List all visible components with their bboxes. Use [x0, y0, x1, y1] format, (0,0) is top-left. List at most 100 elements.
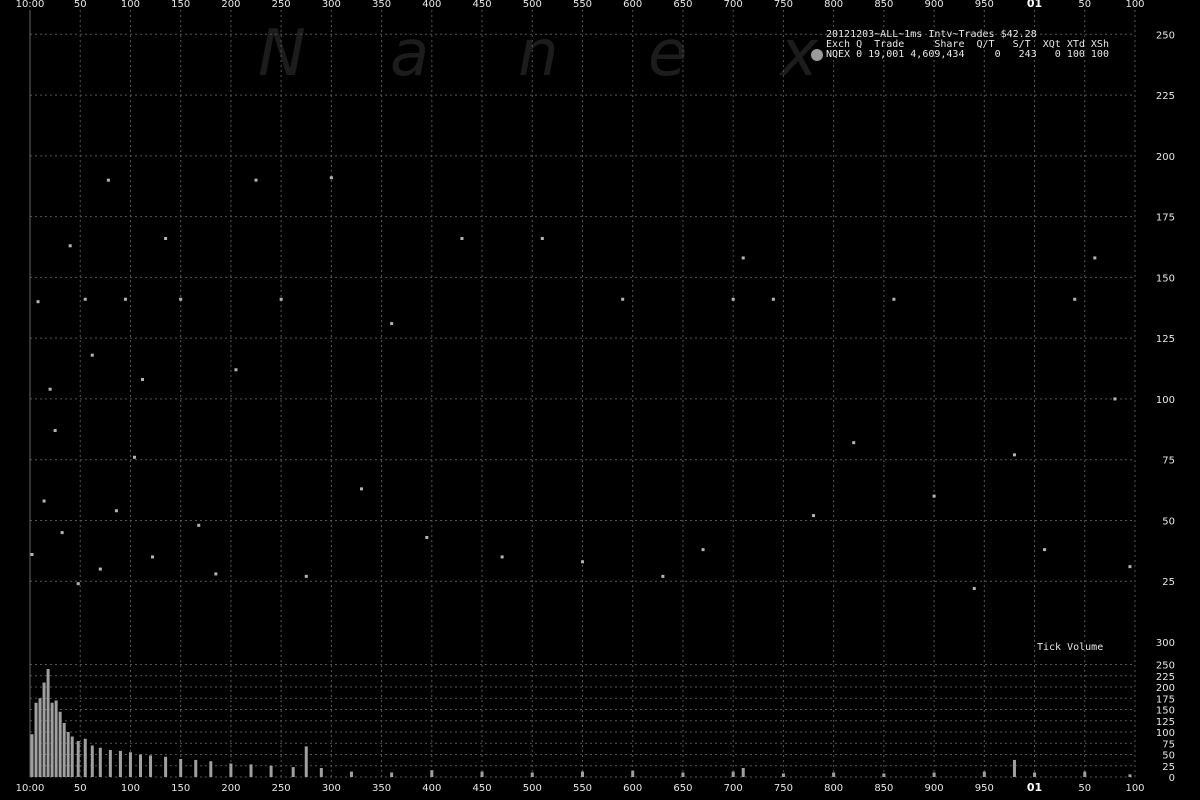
volume-bar — [530, 772, 534, 777]
watermark-letter: a — [390, 17, 429, 91]
volume-bar — [731, 771, 735, 777]
volume-bar — [62, 723, 66, 777]
trade-point — [114, 509, 118, 513]
volume-y-tick-label: 25 — [1162, 762, 1175, 773]
x-tick-label: 400 — [422, 783, 441, 794]
trade-point — [741, 256, 745, 260]
volume-bar — [50, 702, 54, 777]
trade-point — [390, 322, 394, 326]
volume-y-tick-label: 150 — [1156, 706, 1175, 717]
y-tick-label: 25 — [1162, 577, 1175, 588]
volume-bar — [291, 767, 295, 777]
x-tick-label: 950 — [975, 0, 994, 10]
x-tick-label: 900 — [925, 783, 944, 794]
x-tick-label: 800 — [824, 0, 843, 10]
volume-bar — [38, 698, 42, 777]
volume-bar — [83, 738, 87, 777]
x-tick-label: 550 — [573, 783, 592, 794]
y-tick-label: 50 — [1162, 516, 1175, 527]
x-tick-label: 350 — [372, 783, 391, 794]
trade-point — [132, 455, 136, 459]
x-tick-label: 10:00 — [16, 0, 45, 10]
y-tick-label: 225 — [1156, 91, 1175, 102]
nanex-watermark: Nanex — [258, 17, 819, 91]
y-tick-label: 125 — [1156, 334, 1175, 345]
trade-point — [581, 560, 584, 564]
trade-point — [151, 555, 155, 559]
volume-bar — [304, 746, 308, 777]
x-tick-label: 200 — [221, 783, 240, 794]
chart-canvas: Nanex 10:0010:00505010010015015020020025… — [16, 0, 1175, 794]
trade-point — [1093, 256, 1097, 260]
watermark-letter: e — [648, 17, 687, 91]
trade-point — [701, 548, 705, 552]
trade-point — [1113, 397, 1117, 401]
x-tick-label: 150 — [171, 783, 190, 794]
x-tick-label: 300 — [322, 0, 341, 10]
exchange-legend-dot — [811, 49, 823, 61]
x-tick-label: 150 — [171, 0, 190, 10]
volume-bar — [98, 747, 102, 777]
volume-y-tick-label: 0 — [1169, 773, 1175, 784]
x-tick-label: 50 — [74, 783, 87, 794]
x-tick-label: 650 — [673, 0, 692, 10]
volume-y-tick-label: 100 — [1156, 728, 1175, 739]
y-tick-label: 175 — [1156, 213, 1175, 224]
volume-bar — [58, 711, 62, 777]
trade-point — [932, 494, 936, 498]
trade-point — [68, 244, 72, 248]
tick-volume-histogram — [30, 669, 1132, 777]
volume-bar — [1033, 772, 1037, 777]
volume-bar — [66, 732, 70, 777]
volume-y-tick-label: 200 — [1156, 683, 1175, 694]
trade-point — [852, 441, 856, 445]
x-tick-label: 450 — [472, 0, 491, 10]
trade-point — [460, 236, 464, 240]
x-tick-label: 100 — [1125, 0, 1144, 10]
trade-point — [123, 297, 127, 301]
trade-point — [972, 587, 976, 591]
volume-bar — [46, 669, 50, 777]
trade-point — [141, 377, 145, 381]
volume-y-tick-label: 250 — [1156, 661, 1175, 672]
trade-point — [1043, 548, 1047, 552]
x-tick-label: 600 — [623, 0, 642, 10]
volume-bar — [319, 768, 323, 777]
trade-point — [254, 178, 258, 182]
x-tick-label: 700 — [724, 783, 743, 794]
x-tick-label: 600 — [623, 783, 642, 794]
trade-point — [90, 353, 94, 357]
x-tick-label: 450 — [472, 783, 491, 794]
x-tick-label: 750 — [774, 0, 793, 10]
trade-point — [83, 297, 87, 301]
volume-bar — [249, 764, 253, 777]
trade-point — [1073, 297, 1077, 301]
watermark-letter: N — [258, 17, 306, 91]
trade-point — [98, 567, 102, 571]
trade-point — [329, 176, 333, 180]
x-tick-label: 550 — [573, 0, 592, 10]
volume-bar — [54, 700, 58, 777]
volume-bar — [70, 736, 74, 777]
axes: 10:0010:00505010010015015020020025025030… — [16, 0, 1175, 794]
tick-volume-label: Tick Volume — [1037, 642, 1104, 653]
x-tick-label: 800 — [824, 783, 843, 794]
trade-summary-header: 20121203~ALL~1ms Intv~Trades $42.28 Exch … — [826, 30, 1109, 60]
trade-point — [1012, 453, 1016, 457]
x-tick-label: 100 — [121, 783, 140, 794]
volume-bar — [832, 772, 836, 777]
volume-bar — [118, 750, 122, 777]
volume-bar — [1083, 771, 1087, 777]
volume-bar — [349, 771, 353, 777]
volume-bar — [128, 752, 132, 777]
trade-point — [60, 531, 64, 535]
trade-point — [53, 429, 57, 433]
x-tick-label: 50 — [74, 0, 87, 10]
x-tick-label: 300 — [322, 783, 341, 794]
watermark-letter: n — [518, 17, 559, 91]
volume-bar — [982, 771, 986, 777]
x-tick-label: 950 — [975, 783, 994, 794]
trade-point — [812, 514, 816, 518]
trade-point — [42, 499, 46, 503]
trade-point — [621, 297, 625, 301]
